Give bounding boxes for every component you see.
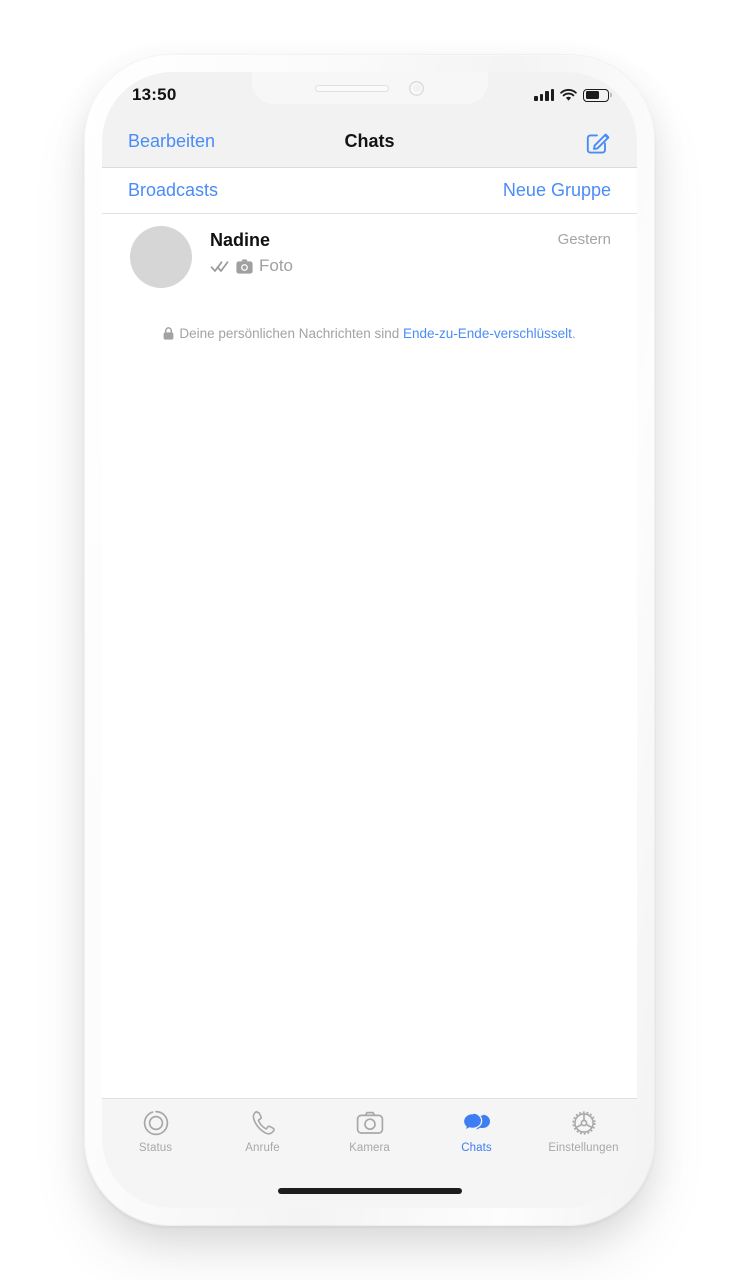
chat-contact-name: Nadine xyxy=(210,230,271,250)
double-check-icon xyxy=(210,261,229,272)
home-indicator[interactable] xyxy=(277,1188,462,1194)
encryption-notice: Deine persönlichen Nachrichten sind Ende… xyxy=(162,324,577,345)
tab-bar: Status Anrufe Kamera Chats Einstellungen xyxy=(102,1098,637,1174)
tab-camera[interactable]: Kamera xyxy=(316,1108,423,1154)
status-indicators xyxy=(534,87,609,102)
tab-chats[interactable]: Chats xyxy=(423,1108,530,1154)
edit-button[interactable]: Bearbeiten xyxy=(128,131,215,152)
page-title: Chats xyxy=(344,131,395,151)
tab-label: Kamera xyxy=(349,1142,390,1154)
encryption-notice-suffix: . xyxy=(571,326,576,341)
tab-status[interactable]: Status xyxy=(102,1108,209,1154)
front-camera-icon xyxy=(409,80,424,96)
chat-preview-text: Foto xyxy=(259,256,294,276)
encryption-notice-link[interactable]: Ende-zu-Ende-verschlüsselt xyxy=(403,326,572,341)
phone-icon xyxy=(252,1110,275,1135)
broadcasts-button[interactable]: Broadcasts xyxy=(128,180,218,201)
tab-label: Status xyxy=(138,1142,173,1154)
earpiece-speaker-icon xyxy=(315,84,389,92)
battery-icon xyxy=(583,88,609,102)
tab-label: Chats xyxy=(461,1142,492,1154)
encryption-notice-prefix: Deine persönlichen Nachrichten sind xyxy=(179,326,404,341)
chat-bubbles-icon xyxy=(462,1112,490,1132)
wifi-icon xyxy=(560,88,577,101)
compose-icon[interactable] xyxy=(585,129,611,155)
lock-icon xyxy=(163,327,174,340)
avatar[interactable] xyxy=(130,226,192,288)
phone-screen: 13:50 Bearbeiten Chats Broadcasts Neue G… xyxy=(102,72,637,1208)
broadcast-group-bar: Broadcasts Neue Gruppe xyxy=(102,168,637,214)
navigation-bar: Bearbeiten Chats xyxy=(102,116,637,168)
cellular-bars-icon xyxy=(534,89,554,101)
home-indicator-area xyxy=(102,1174,637,1208)
status-time: 13:50 xyxy=(132,85,177,104)
tab-label: Anrufe xyxy=(245,1142,280,1154)
tab-label: Einstellungen xyxy=(548,1142,619,1154)
tab-calls[interactable]: Anrufe xyxy=(209,1108,316,1154)
chat-list: Nadine Foto Gestern Deine persönlichen N… xyxy=(102,214,637,1098)
chat-timestamp: Gestern xyxy=(557,231,611,248)
chat-item-content: Nadine Foto xyxy=(210,226,548,276)
notch xyxy=(251,72,488,104)
gear-icon xyxy=(571,1111,596,1135)
camera-outline-icon xyxy=(356,1111,383,1134)
camera-icon xyxy=(236,259,253,274)
new-group-button[interactable]: Neue Gruppe xyxy=(503,180,611,201)
chat-preview-row: Foto xyxy=(210,256,548,276)
tab-settings[interactable]: Einstellungen xyxy=(530,1108,637,1154)
status-rings-icon xyxy=(143,1110,168,1136)
chat-list-item[interactable]: Nadine Foto Gestern xyxy=(102,214,637,300)
